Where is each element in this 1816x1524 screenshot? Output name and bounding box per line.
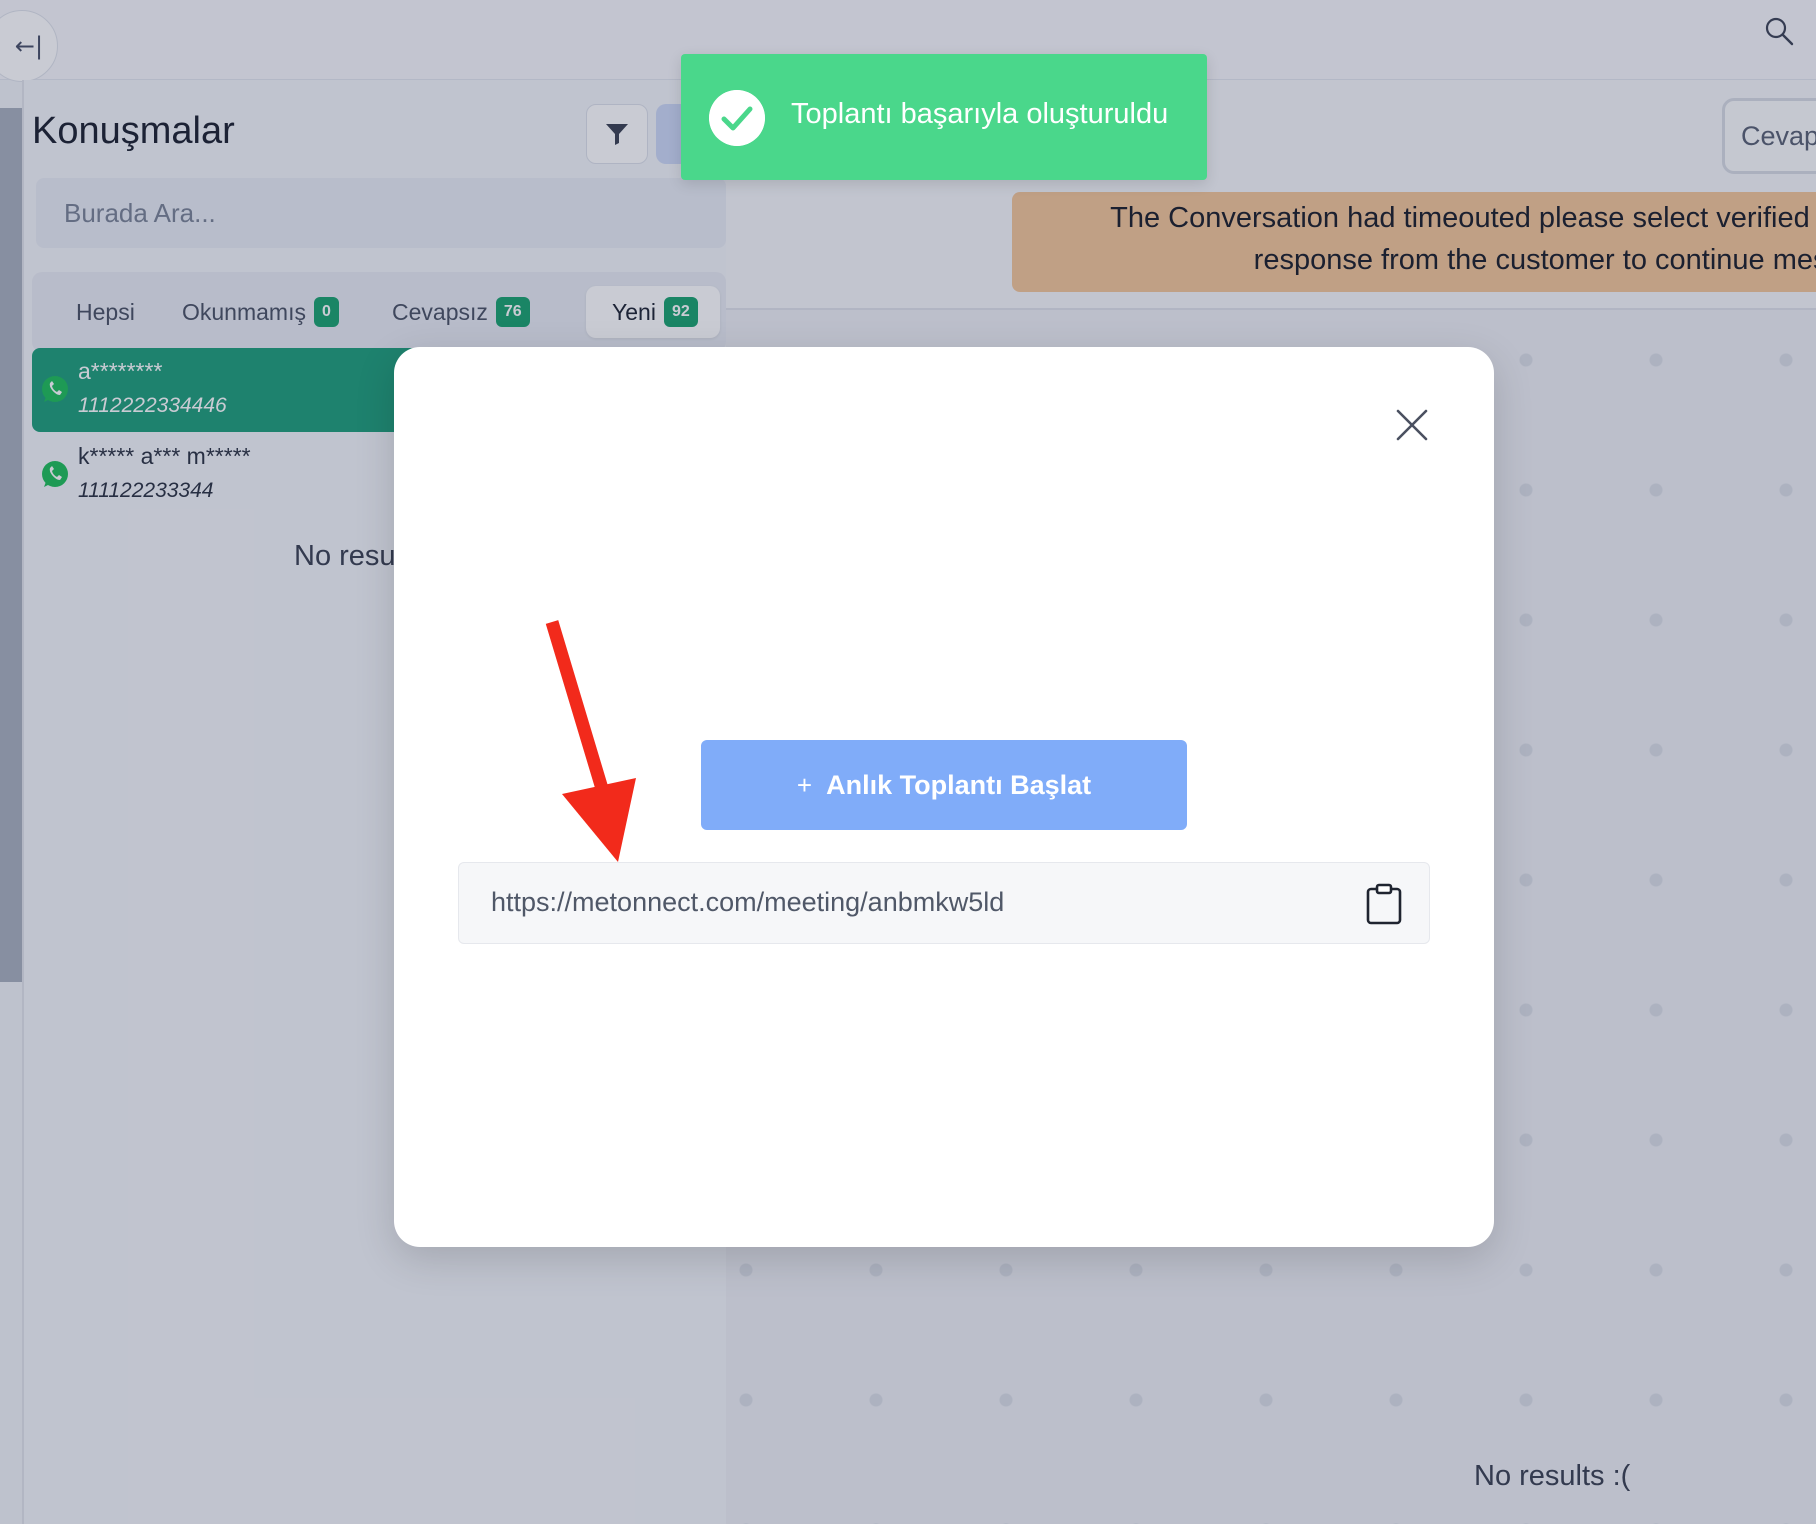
check-circle-icon: [709, 90, 765, 146]
start-button-label: Anlık Toplantı Başlat: [826, 769, 1092, 800]
toast-message: Toplantı başarıyla oluşturuldu: [791, 98, 1169, 130]
plus-icon: +: [796, 769, 813, 800]
meeting-link-field[interactable]: https://metonnect.com/meeting/anbmkw5ld: [458, 862, 1430, 944]
meeting-link-text: https://metonnect.com/meeting/anbmkw5ld: [491, 887, 1005, 917]
red-arrow-annotation: [545, 620, 636, 862]
success-toast: Toplantı başarıyla oluşturuldu: [681, 54, 1207, 180]
start-instant-meeting-button[interactable]: + Anlık Toplantı Başlat: [701, 740, 1187, 830]
clipboard-icon[interactable]: [1365, 883, 1403, 925]
close-icon[interactable]: [1394, 407, 1430, 443]
